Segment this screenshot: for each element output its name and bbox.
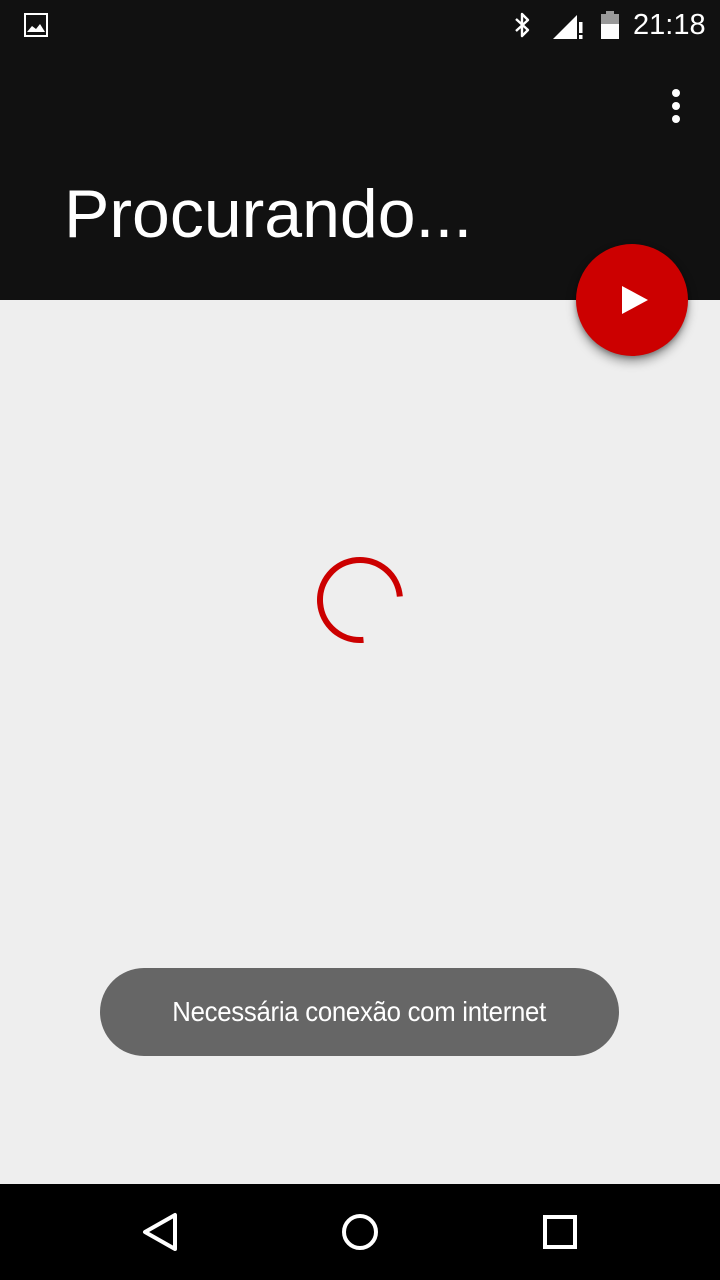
battery-icon bbox=[601, 11, 619, 39]
image-notification-icon bbox=[24, 13, 48, 37]
bluetooth-icon bbox=[515, 12, 530, 38]
loading-spinner bbox=[317, 557, 403, 643]
home-icon[interactable] bbox=[332, 1204, 388, 1260]
play-icon bbox=[622, 286, 648, 314]
toast-text: Necessária conexão com internet bbox=[172, 996, 547, 1027]
page-title: Procurando... bbox=[64, 176, 473, 252]
recents-icon[interactable] bbox=[532, 1204, 588, 1260]
more-vert-icon[interactable] bbox=[656, 86, 696, 126]
navigation-bar bbox=[0, 1184, 720, 1280]
toast-message: Necessária conexão com internet bbox=[100, 968, 619, 1056]
play-fab-button[interactable] bbox=[576, 244, 688, 356]
status-clock: 21:18 bbox=[633, 9, 706, 41]
signal-no-data-icon bbox=[553, 15, 583, 39]
back-icon[interactable] bbox=[132, 1204, 188, 1260]
status-bar: 21:18 bbox=[0, 0, 720, 50]
